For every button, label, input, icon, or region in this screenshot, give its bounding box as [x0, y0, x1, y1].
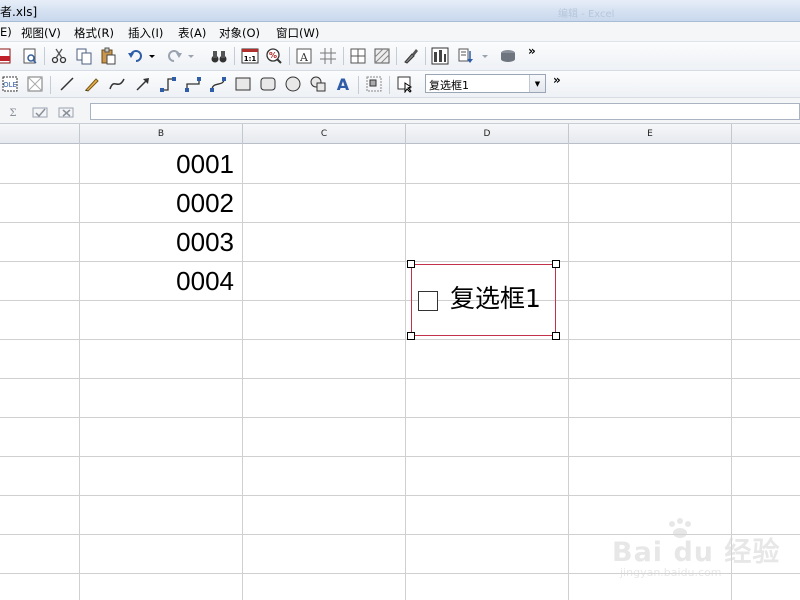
freehand-pencil-icon[interactable] — [82, 74, 102, 94]
zoom-actual-size-icon[interactable]: 1:1 — [240, 46, 260, 66]
cell-b4[interactable]: 0004 — [81, 262, 234, 300]
resize-handle-bottom-left[interactable] — [407, 332, 415, 340]
zoom-percent-icon[interactable]: % — [264, 46, 284, 66]
table-borders-icon[interactable] — [348, 46, 368, 66]
svg-text:OLE: OLE — [3, 81, 17, 89]
column-headers: B C D E — [0, 124, 800, 144]
resize-handle-top-right[interactable] — [552, 260, 560, 268]
copy-icon[interactable] — [74, 46, 94, 66]
window-title: 者.xls] — [0, 5, 38, 19]
svg-text:A: A — [337, 75, 350, 93]
column-header-b[interactable]: B — [80, 124, 243, 144]
column-header-d[interactable]: D — [406, 124, 569, 144]
drawing-toolbar-overflow-button[interactable]: » — [553, 73, 561, 87]
window-title-ghost: 编辑 - Excel — [558, 9, 615, 20]
undo-icon[interactable] — [126, 46, 146, 66]
line-tool-icon[interactable] — [57, 74, 77, 94]
sort-icon[interactable] — [456, 46, 476, 66]
form-control-icon[interactable] — [395, 74, 415, 94]
standard-toolbar: 1:1 % A » — [0, 42, 800, 71]
column-header-e[interactable]: E — [569, 124, 732, 144]
drawing-toolbar: OLE A » — [0, 71, 800, 98]
connector-2-icon[interactable] — [183, 74, 203, 94]
redo-dropdown-icon[interactable] — [185, 46, 197, 66]
undo-dropdown-icon[interactable] — [146, 46, 158, 66]
connector-1-icon[interactable] — [158, 74, 178, 94]
svg-text:A: A — [299, 51, 309, 64]
column-header-c[interactable]: C — [243, 124, 406, 144]
checkbox-control[interactable]: 复选框1 — [407, 260, 560, 340]
svg-text:1:1: 1:1 — [244, 55, 257, 63]
text-frame-icon[interactable]: A — [294, 46, 314, 66]
fill-pattern-icon[interactable] — [372, 46, 392, 66]
formula-bar: Σ — [0, 98, 800, 124]
select-object-icon[interactable]: OLE — [0, 74, 20, 94]
cell-b1[interactable]: 0001 — [81, 145, 234, 183]
cell-b3[interactable]: 0003 — [81, 223, 234, 261]
cut-icon[interactable] — [49, 46, 69, 66]
cell-b2[interactable]: 0002 — [81, 184, 234, 222]
arrow-tool-icon[interactable] — [133, 74, 153, 94]
menu-object[interactable]: 对象(O) — [219, 25, 260, 41]
menu-window[interactable]: 窗口(W) — [276, 25, 319, 41]
fontwork-icon[interactable]: A — [333, 74, 353, 94]
toolbar-overflow-button[interactable]: » — [528, 44, 536, 58]
sort-dropdown-icon[interactable] — [479, 46, 491, 66]
svg-text:%: % — [269, 51, 277, 60]
align-objects-icon[interactable] — [364, 74, 384, 94]
watermark-brand: Bai du 经验 — [612, 537, 781, 568]
paste-icon[interactable] — [98, 46, 118, 66]
menu-edit[interactable]: E) — [0, 25, 12, 39]
image-frame-icon[interactable] — [25, 74, 45, 94]
column-header-f[interactable] — [732, 124, 800, 144]
watermark: Bai du 经验 jingyan.baidu.com — [592, 516, 792, 586]
rectangle-tool-icon[interactable] — [233, 74, 253, 94]
cancel-formula-icon[interactable] — [56, 102, 76, 122]
shapes-tool-icon[interactable] — [308, 74, 328, 94]
column-chart-icon[interactable] — [430, 46, 450, 66]
resize-handle-top-left[interactable] — [407, 260, 415, 268]
svg-text:Σ: Σ — [9, 108, 16, 119]
menu-table[interactable]: 表(A) — [178, 25, 206, 41]
title-bar: 者.xls] 编辑 - Excel — [0, 0, 800, 22]
find-binoculars-icon[interactable] — [209, 46, 229, 66]
rounded-rectangle-tool-icon[interactable] — [258, 74, 278, 94]
database-icon[interactable] — [498, 46, 518, 66]
accept-formula-icon[interactable] — [30, 102, 50, 122]
function-wizard-icon[interactable]: Σ — [6, 102, 20, 122]
redo-icon[interactable] — [164, 46, 184, 66]
name-box-value: 复选框1 — [429, 79, 469, 92]
curve-tool-icon[interactable] — [107, 74, 127, 94]
resize-handle-bottom-right[interactable] — [552, 332, 560, 340]
pdf-export-icon[interactable] — [0, 46, 14, 66]
name-box-dropdown-icon[interactable]: ▼ — [529, 75, 545, 92]
menu-bar: E) 视图(V) 格式(R) 插入(I) 表(A) 对象(O) 窗口(W) — [0, 22, 800, 42]
menu-insert[interactable]: 插入(I) — [128, 25, 163, 41]
checkbox-square[interactable] — [418, 291, 438, 311]
checkbox-label: 复选框1 — [450, 284, 541, 313]
name-box[interactable]: 复选框1 ▼ — [425, 74, 546, 93]
connector-3-icon[interactable] — [208, 74, 228, 94]
column-header-a[interactable] — [0, 124, 80, 144]
formula-input[interactable] — [90, 103, 800, 120]
watermark-url: jingyan.baidu.com — [620, 566, 722, 579]
menu-view[interactable]: 视图(V) — [21, 25, 61, 41]
grid-lines-icon[interactable] — [318, 46, 338, 66]
print-preview-icon[interactable] — [20, 46, 40, 66]
ellipse-tool-icon[interactable] — [283, 74, 303, 94]
format-paintbrush-icon[interactable] — [401, 46, 421, 66]
menu-format[interactable]: 格式(R) — [74, 25, 114, 41]
